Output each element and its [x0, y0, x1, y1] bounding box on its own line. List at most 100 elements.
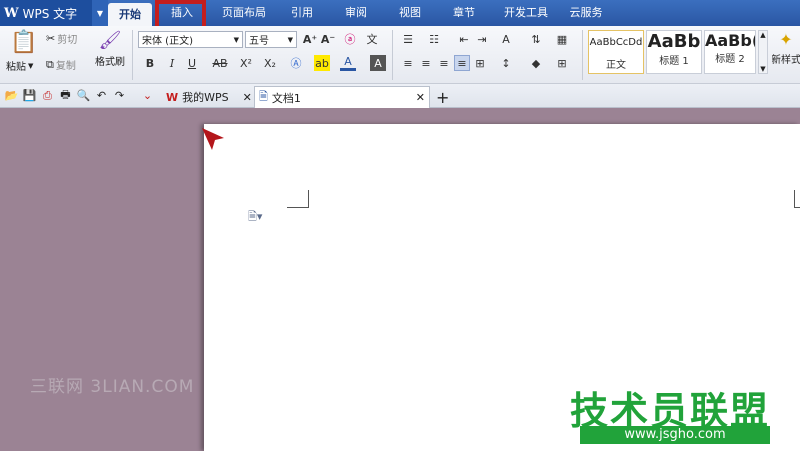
tab-document-1[interactable]: 🗎 文档1 ✕: [254, 86, 430, 108]
style-sample: AaBbCcDd: [589, 37, 643, 48]
clipboard-icon: 📋: [10, 30, 38, 55]
close-icon[interactable]: ✕: [243, 91, 252, 104]
site-logo-url: www.jsgho.com: [580, 426, 770, 444]
cut-button[interactable]: ✂ 剪切: [46, 31, 77, 46]
wps-logo-icon: W: [4, 5, 19, 21]
print-preview-icon[interactable]: 🔍: [76, 88, 91, 103]
paste-options-icon[interactable]: 🗎▾: [248, 208, 262, 227]
chevron-down-icon[interactable]: ▼: [92, 0, 108, 26]
document-icon: 🗎: [259, 90, 268, 103]
line-spacing-icon[interactable]: ↕: [498, 55, 514, 71]
font-color-icon[interactable]: A: [340, 55, 356, 71]
strikethrough-icon[interactable]: AB: [210, 55, 230, 71]
ribbon-divider: [392, 30, 393, 80]
numbered-list-icon[interactable]: ☷: [426, 31, 442, 47]
close-icon[interactable]: ✕: [416, 91, 425, 104]
scissors-icon: ✂: [46, 32, 56, 45]
format-painter-label: 格式刷: [95, 57, 125, 68]
bullet-list-icon[interactable]: ☰: [400, 31, 416, 47]
superscript-icon[interactable]: X²: [238, 55, 254, 71]
style-caption: 正文: [606, 60, 626, 71]
pointer-arrow-icon: [202, 128, 224, 150]
copy-label: 复制: [55, 61, 76, 72]
borders-icon[interactable]: ⊞: [554, 55, 570, 71]
open-folder-icon[interactable]: 📂: [4, 88, 19, 103]
style-heading-1[interactable]: AaBb 标题 1: [646, 30, 702, 74]
paragraph-shading-icon[interactable]: ◆: [528, 55, 544, 71]
tab-chapter[interactable]: 章节: [444, 0, 484, 26]
export-pdf-icon[interactable]: ⎙: [40, 88, 55, 103]
cut-label: 剪切: [57, 35, 78, 46]
align-left-icon[interactable]: ≡: [400, 55, 416, 71]
italic-icon[interactable]: I: [164, 55, 180, 71]
increase-indent-icon[interactable]: ⇥: [474, 31, 490, 47]
new-style-icon: ✦: [779, 30, 793, 49]
ribbon-divider: [132, 30, 133, 80]
copy-button[interactable]: ⧉ 复制: [46, 57, 76, 73]
brush-icon: 🖌: [98, 30, 122, 51]
app-menu-button[interactable]: W WPS 文字 ▼: [0, 0, 108, 26]
paste-button[interactable]: 📋: [8, 30, 40, 55]
wps-logo-icon: W: [166, 90, 179, 104]
font-name-value: 宋体 (正文): [142, 36, 193, 47]
text-effect-icon[interactable]: Ⓐ: [288, 55, 304, 71]
chevron-down-icon: ▼: [760, 65, 766, 73]
new-tab-button[interactable]: +: [432, 86, 453, 108]
undo-icon[interactable]: ↶: [94, 88, 109, 103]
table-icon[interactable]: ▦: [554, 31, 570, 47]
new-style-label: 新样式: [772, 55, 800, 66]
shrink-font-icon[interactable]: A⁻: [320, 31, 336, 47]
font-name-select[interactable]: 宋体 (正文) ▼: [138, 31, 243, 48]
underline-icon[interactable]: U: [184, 55, 200, 71]
sort-icon[interactable]: ⇅: [528, 31, 544, 47]
tab-page-layout[interactable]: 页面布局: [214, 0, 274, 26]
char-shading-icon[interactable]: A: [370, 55, 386, 71]
margin-corner-mark: [287, 190, 309, 208]
style-sample: AaBb(: [705, 31, 755, 50]
align-center-icon[interactable]: ≡: [418, 55, 434, 71]
print-icon[interactable]: 🖶: [58, 88, 73, 103]
margin-corner-mark: [794, 190, 800, 208]
app-brand-name: WPS 文字: [22, 6, 78, 21]
style-caption: 标题 1: [659, 56, 689, 67]
tab-my-wps[interactable]: W 我的WPS ✕: [162, 86, 256, 108]
redo-icon[interactable]: ↷: [112, 88, 127, 103]
clear-format-icon[interactable]: ⓐ: [342, 31, 358, 47]
style-sample: AaBb: [647, 31, 701, 52]
doc-tab-label: 我的WPS: [182, 91, 229, 104]
styles-scroll[interactable]: ▲ ▼: [758, 30, 768, 74]
bold-icon[interactable]: B: [142, 55, 158, 71]
tab-references[interactable]: 引用: [282, 0, 322, 26]
decrease-indent-icon[interactable]: ⇤: [456, 31, 472, 47]
paste-label[interactable]: 粘贴 ▼: [6, 58, 33, 74]
align-right-icon[interactable]: ≡: [436, 55, 452, 71]
subscript-icon[interactable]: X₂: [262, 55, 278, 71]
tab-cloud[interactable]: 云服务: [564, 0, 608, 26]
customize-toolbar-icon[interactable]: ⌄: [140, 88, 155, 103]
new-style-button[interactable]: ✦ 新样式: [772, 30, 800, 66]
phonetic-guide-icon[interactable]: 文: [364, 31, 380, 47]
doc-tab-label: 文档1: [271, 91, 301, 105]
grow-font-icon[interactable]: A⁺: [302, 31, 318, 47]
style-caption: 标题 2: [715, 54, 745, 65]
paste-label-text: 粘贴: [6, 62, 26, 73]
distributed-align-icon[interactable]: ⊞: [472, 55, 488, 71]
justify-icon[interactable]: ≡: [454, 55, 470, 71]
copy-icon: ⧉: [46, 57, 54, 71]
highlight-icon[interactable]: ab: [314, 55, 330, 71]
chevron-up-icon: ▲: [760, 31, 766, 39]
watermark: 三联网 3LIAN.COM: [30, 377, 195, 397]
text-direction-icon[interactable]: A: [498, 31, 514, 47]
tab-developer[interactable]: 开发工具: [498, 0, 554, 26]
ribbon-divider: [582, 30, 583, 80]
tab-view[interactable]: 视图: [390, 0, 430, 26]
save-icon[interactable]: 💾: [22, 88, 37, 103]
tab-home[interactable]: 开始: [108, 3, 152, 26]
chevron-down-icon: ▼: [233, 35, 239, 44]
style-heading-2[interactable]: AaBb( 标题 2: [704, 30, 756, 74]
format-painter-button[interactable]: 🖌 格式刷: [92, 30, 128, 68]
style-normal[interactable]: AaBbCcDd 正文: [588, 30, 644, 74]
font-size-value: 五号: [249, 36, 269, 47]
tab-review[interactable]: 审阅: [336, 0, 376, 26]
font-size-select[interactable]: 五号 ▼: [245, 31, 297, 48]
